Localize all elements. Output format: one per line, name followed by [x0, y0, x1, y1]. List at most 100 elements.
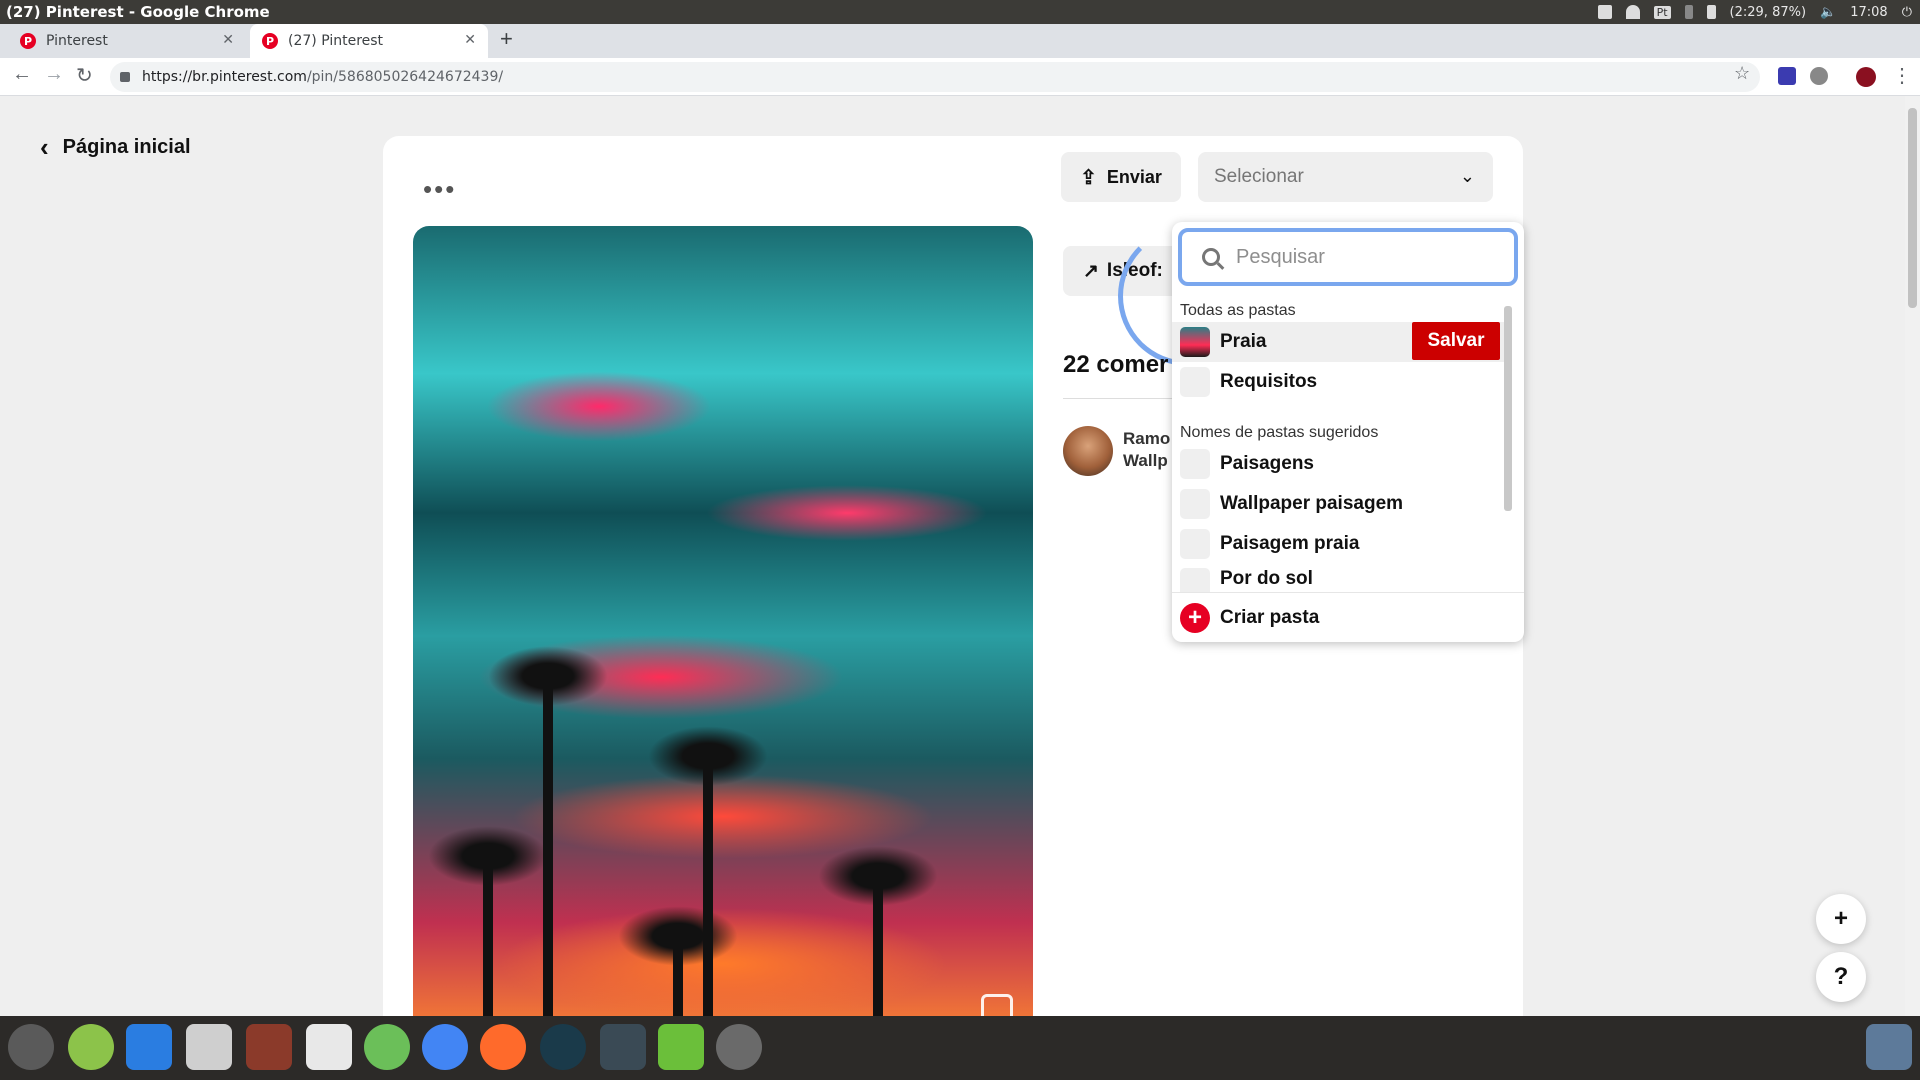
- vscode-icon[interactable]: [126, 1024, 172, 1070]
- page-scrollbar[interactable]: [1905, 96, 1920, 1016]
- address-bar[interactable]: https://br.pinterest.com/pin/58680502642…: [110, 62, 1760, 92]
- board-thumbnail: [1180, 327, 1210, 357]
- page-scrollbar-thumb[interactable]: [1908, 108, 1917, 308]
- slack-icon[interactable]: [306, 1024, 352, 1070]
- board-picker-dropdown: Todas as pastas Praia Salvar Requisitos …: [1172, 222, 1524, 642]
- browser-toolbar: ← → ↻ https://br.pinterest.com/pin/58680…: [0, 58, 1920, 96]
- commenter-avatar[interactable]: [1063, 426, 1113, 476]
- pinterest-favicon-icon: P: [20, 33, 36, 49]
- ubuntu-launcher-icon[interactable]: [8, 1024, 54, 1070]
- send-label: Enviar: [1106, 166, 1162, 187]
- palm-frond: [428, 826, 548, 886]
- palm-frond: [618, 906, 738, 966]
- gitkraken-icon[interactable]: [540, 1024, 586, 1070]
- tab-title: Pinterest: [46, 33, 108, 49]
- board-select-placeholder: Selecionar: [1214, 166, 1304, 187]
- gimp-icon[interactable]: [716, 1024, 762, 1070]
- files-icon[interactable]: [186, 1024, 232, 1070]
- pin-image[interactable]: [413, 226, 1033, 1016]
- arrow-up-right-icon: ↗: [1083, 260, 1099, 282]
- pinterest-favicon-icon: P: [262, 33, 278, 49]
- chevron-left-icon: ‹: [40, 132, 49, 162]
- keyboard-layout[interactable]: Pt: [1653, 5, 1671, 19]
- create-board-label: Criar pasta: [1220, 606, 1320, 628]
- settings-tray-icon[interactable]: [1597, 5, 1612, 19]
- suggested-item-paisagens[interactable]: Paisagens: [1172, 444, 1512, 484]
- comments-count[interactable]: 22 comer: [1063, 351, 1168, 379]
- wifi-icon[interactable]: [1625, 5, 1640, 19]
- tab-27-pinterest[interactable]: P (27) Pinterest ✕: [250, 24, 488, 58]
- atom-icon[interactable]: [364, 1024, 410, 1070]
- battery-icon[interactable]: [1706, 5, 1716, 19]
- book-app-icon[interactable]: [246, 1024, 292, 1070]
- board-item-praia[interactable]: Praia Salvar: [1172, 322, 1512, 362]
- back-to-home-link[interactable]: ‹ Página inicial: [40, 132, 191, 163]
- volume-icon[interactable]: 🔈: [1820, 5, 1836, 20]
- taskbar-dock: [0, 1016, 1920, 1080]
- bluetooth-icon[interactable]: [1684, 5, 1693, 19]
- battery-status[interactable]: (2:29, 87%): [1730, 5, 1807, 20]
- section-suggested-boards: Nomes de pastas sugeridos: [1180, 424, 1379, 441]
- os-top-bar: (27) Pinterest - Google Chrome Pt (2:29,…: [0, 0, 1920, 24]
- power-icon[interactable]: ⏻: [1902, 5, 1912, 20]
- android-device-icon[interactable]: [658, 1024, 704, 1070]
- suggested-item-wallpaper-paisagem[interactable]: Wallpaper paisagem: [1172, 484, 1512, 524]
- board-name: Requisitos: [1220, 371, 1318, 392]
- chrome-icon[interactable]: [422, 1024, 468, 1070]
- palm-tree: [543, 666, 553, 1016]
- section-all-boards: Todas as pastas: [1180, 302, 1296, 319]
- create-board-button[interactable]: + Criar pasta: [1172, 592, 1524, 642]
- forward-arrow-icon[interactable]: →: [44, 63, 64, 86]
- terminal-icon[interactable]: [600, 1024, 646, 1070]
- clock[interactable]: 17:08: [1850, 5, 1887, 20]
- board-search-input[interactable]: [1236, 245, 1496, 269]
- board-select[interactable]: Selecionar ⌄: [1198, 152, 1493, 202]
- z-extension-icon[interactable]: [1778, 67, 1796, 85]
- board-name: Paisagem praia: [1220, 533, 1360, 554]
- palm-frond: [648, 726, 768, 786]
- android-studio-icon[interactable]: [68, 1024, 114, 1070]
- expand-image-icon[interactable]: [981, 994, 1013, 1016]
- board-name: Praia: [1220, 331, 1267, 352]
- bookmark-star-icon[interactable]: ☆: [1734, 63, 1750, 84]
- add-fab-button[interactable]: +: [1816, 894, 1866, 944]
- more-options-icon[interactable]: •••: [423, 174, 456, 205]
- board-search-field[interactable]: [1178, 228, 1518, 286]
- palm-frond: [818, 846, 938, 906]
- profile-avatar-icon[interactable]: [1856, 67, 1876, 87]
- board-thumbnail: [1180, 529, 1210, 559]
- board-item-requisitos[interactable]: Requisitos: [1172, 362, 1512, 402]
- save-button[interactable]: Salvar: [1412, 322, 1500, 360]
- dropdown-scrollbar[interactable]: [1504, 306, 1512, 511]
- board-thumbnail: [1180, 568, 1210, 592]
- new-tab-icon[interactable]: +: [500, 26, 513, 52]
- close-tab-icon[interactable]: ✕: [222, 32, 234, 48]
- lock-icon: [120, 72, 130, 82]
- postman-icon[interactable]: [480, 1024, 526, 1070]
- tab-strip: P Pinterest ✕ P (27) Pinterest ✕ +: [0, 24, 1920, 58]
- trash-icon[interactable]: [1866, 1024, 1912, 1070]
- board-thumbnail: [1180, 449, 1210, 479]
- chevron-down-icon: ⌄: [1459, 166, 1475, 186]
- tab-title: (27) Pinterest: [288, 33, 384, 49]
- system-tray: Pt (2:29, 87%) 🔈 17:08 ⏻: [1597, 0, 1912, 24]
- menu-kebab-icon[interactable]: ⋮: [1892, 63, 1912, 88]
- send-button[interactable]: ⇪ Enviar: [1061, 152, 1181, 202]
- help-fab-button[interactable]: ?: [1816, 952, 1866, 1002]
- back-label: Página inicial: [62, 136, 191, 158]
- board-thumbnail: [1180, 367, 1210, 397]
- tab-pinterest[interactable]: P Pinterest ✕: [8, 24, 246, 58]
- board-name: Wallpaper paisagem: [1220, 493, 1404, 514]
- search-icon: [1202, 248, 1220, 266]
- board-name: Paisagens: [1220, 453, 1314, 474]
- palm-frond: [488, 646, 608, 706]
- url-path: /pin/586805026424672439/: [306, 69, 504, 85]
- suggested-item-paisagem-praia[interactable]: Paisagem praia: [1172, 524, 1512, 564]
- upload-icon: ⇪: [1080, 166, 1097, 189]
- reload-icon[interactable]: ↻: [76, 63, 93, 88]
- back-arrow-icon[interactable]: ←: [12, 63, 32, 86]
- board-name: Por do sol: [1220, 568, 1313, 589]
- close-tab-icon[interactable]: ✕: [464, 32, 476, 48]
- suggested-item-por-do-sol[interactable]: Por do sol: [1172, 564, 1512, 592]
- extension-icon[interactable]: [1810, 67, 1828, 85]
